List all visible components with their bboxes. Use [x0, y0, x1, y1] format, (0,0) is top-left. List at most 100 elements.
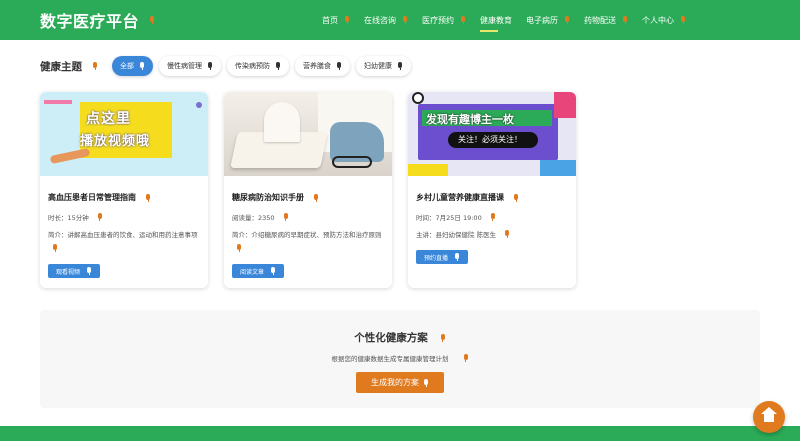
glasses-image: [332, 156, 372, 168]
filter-nutrition[interactable]: 营养膳食: [295, 56, 350, 76]
article-thumbnail[interactable]: [224, 92, 392, 176]
filter-label: 妇幼健康: [364, 62, 392, 70]
watch-video-button[interactable]: 观看视频: [48, 264, 101, 278]
card-meta-text: 主讲：县妇幼保健院 陈医生: [416, 231, 497, 239]
button-label: 观看视频: [56, 268, 81, 276]
card-title: 糖尿病防治知识手册: [232, 192, 384, 203]
decoration: [44, 100, 72, 104]
microphone-icon[interactable]: [139, 62, 145, 70]
filter-maternal[interactable]: 妇幼健康: [356, 56, 411, 76]
card-description: 简介：介绍糖尿病的早期症状、预防方法和治疗原则: [232, 229, 384, 255]
nav-label: 健康教育: [480, 15, 512, 25]
microphone-icon[interactable]: [460, 16, 466, 24]
microphone-icon[interactable]: [463, 354, 469, 362]
card-description: 简介：讲解高血压患者的饮食、运动和用药注意事项: [48, 229, 200, 255]
book-image: [264, 102, 300, 142]
card-body: 高血压患者日常管理指南 时长：15分钟 简介：讲解高血压患者的饮食、运动和用药注…: [40, 176, 208, 263]
card-meta-speaker: 主讲：县妇幼保健院 陈医生: [416, 229, 568, 239]
app-title: 数字医疗平台: [40, 12, 140, 31]
card-title-text: 乡村儿童营养健康直播课: [416, 193, 504, 202]
microphone-icon[interactable]: [336, 62, 342, 70]
nav-item-appointment[interactable]: 医疗预约: [422, 0, 466, 40]
app-logo[interactable]: 数字医疗平台: [40, 8, 155, 32]
card-desc-text: 简介：讲解高血压患者的饮食、运动和用药注意事项: [48, 231, 198, 239]
microphone-icon[interactable]: [207, 62, 213, 70]
card-meta: 阅读量：2350: [232, 212, 384, 222]
top-header: 数字医疗平台 首页 在线咨询 医疗预约 健康教育 电子病历 药物配送 个人中心: [0, 0, 800, 40]
microphone-icon[interactable]: [236, 244, 242, 252]
microphone-icon[interactable]: [504, 230, 510, 238]
microphone-icon[interactable]: [490, 213, 496, 221]
filter-label: 营养膳食: [303, 62, 331, 70]
microphone-icon[interactable]: [397, 62, 403, 70]
nav-item-consult[interactable]: 在线咨询: [364, 0, 408, 40]
microphone-icon[interactable]: [402, 16, 408, 24]
nav-label: 药物配送: [584, 15, 616, 25]
topics-title: 健康主题: [40, 59, 98, 74]
card-hypertension[interactable]: 点这里 播放视频哦 高血压患者日常管理指南 时长：15分钟 简介：讲解高血压患者…: [40, 92, 208, 288]
microphone-icon[interactable]: [313, 193, 319, 202]
microphone-icon[interactable]: [149, 16, 155, 24]
card-body: 乡村儿童营养健康直播课 时间：7月25日 19:00 主讲：县妇幼保健院 陈医生: [408, 176, 576, 254]
nav-label: 在线咨询: [364, 15, 396, 25]
plan-subtitle: 根据您的健康数据生成专属健康管理计划: [40, 353, 760, 363]
home-floating-button[interactable]: [753, 401, 785, 433]
card-meta-text: 时间：7月25日 19:00: [416, 214, 482, 222]
button-label: 阅读文章: [240, 268, 265, 276]
microphone-icon[interactable]: [423, 378, 429, 387]
filter-label: 全部: [120, 62, 134, 70]
microphone-icon[interactable]: [145, 193, 151, 202]
nav-label: 医疗预约: [422, 15, 454, 25]
thumbnail-text: 关注！必须关注！: [458, 135, 522, 144]
nav-item-records[interactable]: 电子病历: [526, 0, 570, 40]
microphone-icon[interactable]: [275, 62, 281, 70]
nav-item-delivery[interactable]: 药物配送: [584, 0, 628, 40]
microphone-icon[interactable]: [92, 62, 98, 70]
microphone-icon[interactable]: [344, 16, 350, 24]
read-article-button[interactable]: 阅读文章: [232, 264, 285, 278]
microphone-icon[interactable]: [270, 267, 276, 275]
decoration: [408, 164, 448, 176]
decoration: [412, 92, 424, 104]
filter-all[interactable]: 全部: [112, 56, 153, 76]
microphone-icon[interactable]: [680, 16, 686, 24]
microphone-icon[interactable]: [97, 213, 103, 221]
button-label: 预约直播: [424, 254, 449, 262]
microphone-icon[interactable]: [283, 213, 289, 221]
nav-item-education[interactable]: 健康教育: [480, 0, 512, 40]
microphone-icon[interactable]: [86, 267, 92, 275]
decoration: [196, 102, 202, 108]
thumbnail-text: 点这里: [86, 111, 131, 127]
content-cards: 点这里 播放视频哦 高血压患者日常管理指南 时长：15分钟 简介：讲解高血压患者…: [40, 92, 592, 288]
nav-item-profile[interactable]: 个人中心: [642, 0, 686, 40]
video-thumbnail[interactable]: 点这里 播放视频哦: [40, 92, 208, 176]
book-live-button[interactable]: 预约直播: [416, 250, 469, 264]
filter-label: 传染病预防: [235, 62, 270, 70]
card-diabetes[interactable]: 糖尿病防治知识手册 阅读量：2350 简介：介绍糖尿病的早期症状、预防方法和治疗…: [224, 92, 392, 288]
decoration: [554, 92, 576, 118]
card-children-nutrition[interactable]: 发现有趣博主一枚 关注！必须关注！ 乡村儿童营养健康直播课 时间：7月25日 1…: [408, 92, 576, 288]
microphone-icon[interactable]: [454, 253, 460, 261]
nav-item-home[interactable]: 首页: [322, 0, 350, 40]
filter-chronic[interactable]: 慢性病管理: [159, 56, 221, 76]
decoration: [49, 147, 91, 165]
microphone-icon[interactable]: [622, 16, 628, 24]
card-title: 高血压患者日常管理指南: [48, 192, 200, 203]
nav-label: 首页: [322, 15, 338, 25]
topics-title-text: 健康主题: [40, 60, 82, 73]
microphone-icon[interactable]: [52, 244, 58, 252]
microphone-icon[interactable]: [564, 16, 570, 24]
card-meta: 时间：7月25日 19:00: [416, 212, 568, 222]
card-desc-text: 简介：介绍糖尿病的早期症状、预防方法和治疗原则: [232, 231, 382, 239]
home-icon: [761, 407, 777, 423]
microphone-icon[interactable]: [440, 333, 446, 342]
filter-label: 慢性病管理: [167, 62, 202, 70]
generate-plan-button[interactable]: 生成我的方案: [356, 372, 444, 393]
thumbnail-text: 播放视频哦: [80, 134, 151, 149]
filter-infectious[interactable]: 传染病预防: [227, 56, 289, 76]
microphone-icon[interactable]: [513, 193, 519, 202]
live-thumbnail[interactable]: 发现有趣博主一枚 关注！必须关注！: [408, 92, 576, 176]
button-label: 生成我的方案: [371, 378, 419, 387]
plan-title-text: 个性化健康方案: [354, 332, 428, 344]
nav-label: 个人中心: [642, 15, 674, 25]
